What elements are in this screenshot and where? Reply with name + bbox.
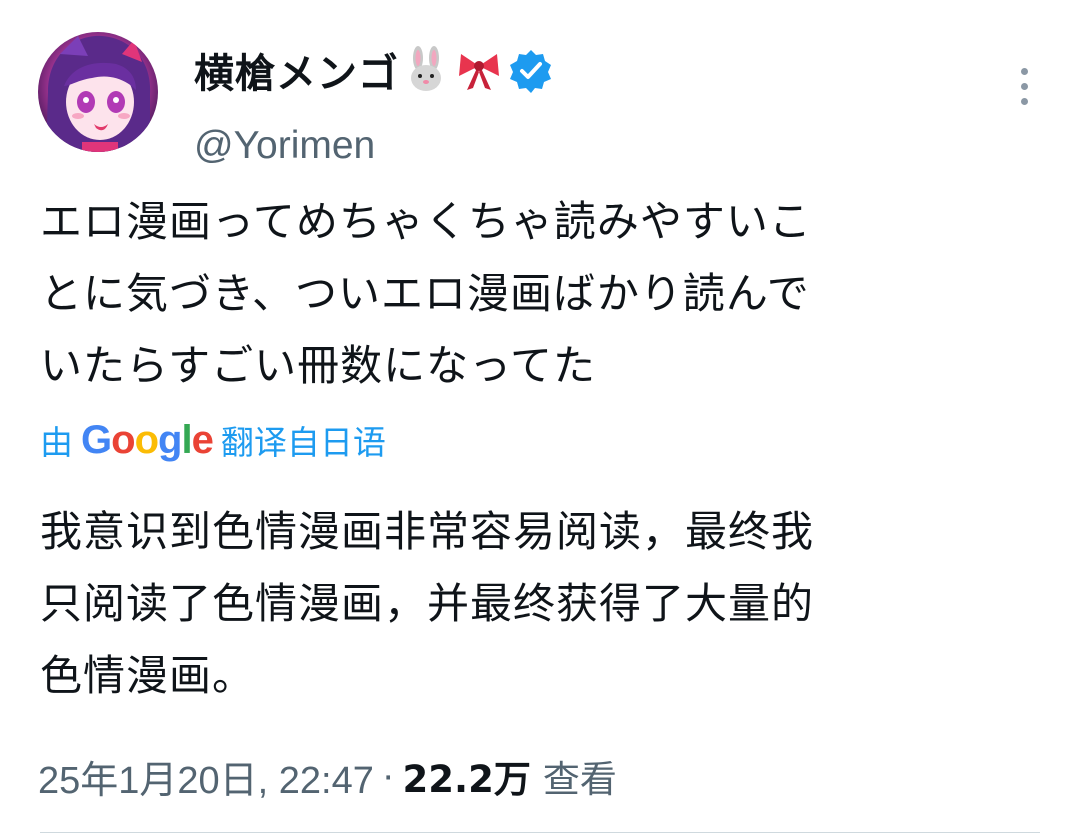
views-label: 查看 bbox=[542, 758, 617, 801]
translation-prefix: 由 bbox=[40, 423, 73, 462]
tweet-text: エロ漫画ってめちゃくちゃ読みやすいこ とに気づき、ついエロ漫画ばかり読んで いた… bbox=[40, 186, 1015, 402]
timestamp[interactable]: 25年1月20日, 22:47 bbox=[38, 749, 374, 804]
verified-badge-icon bbox=[507, 46, 555, 94]
translated-text-line: 我意识到色情漫画非常容易阅读，最终我 bbox=[40, 507, 815, 556]
ribbon-icon bbox=[455, 46, 503, 94]
views-count: 22.2万 bbox=[402, 758, 531, 801]
tweet-meta: 25年1月20日, 22:47 · 22.2万 查看 bbox=[38, 748, 617, 804]
translation-suffix: 翻译自日语 bbox=[220, 423, 386, 462]
name-row: 横槍メンゴ bbox=[194, 40, 555, 100]
user-handle[interactable]: @Yorimen bbox=[194, 124, 375, 168]
translation-attribution[interactable]: 由 Google 翻译自日语 bbox=[40, 415, 386, 465]
tweet-text-line: いたらすごい冊数になってた bbox=[40, 341, 597, 390]
display-name[interactable]: 横槍メンゴ bbox=[194, 41, 399, 99]
avatar[interactable] bbox=[38, 32, 158, 152]
meta-separator: · bbox=[381, 754, 395, 797]
divider bbox=[40, 832, 1040, 833]
rabbit-face-icon bbox=[403, 46, 451, 94]
tweet-text-line: エロ漫画ってめちゃくちゃ読みやすいこ bbox=[40, 197, 812, 246]
translated-text-line: 只阅读了色情漫画，并最终获得了大量的 bbox=[40, 579, 815, 628]
more-dot-icon bbox=[1020, 82, 1028, 90]
tweet: 横槍メンゴ @Yorimen エロ漫画ってめちゃくちゃ読みやすいこ とに気づき、… bbox=[0, 0, 1080, 840]
google-logo: Google bbox=[81, 417, 214, 462]
tweet-header: 横槍メンゴ @Yorimen bbox=[38, 32, 1048, 167]
more-dot-icon bbox=[1020, 97, 1028, 105]
tweet-text-line: とに気づき、ついエロ漫画ばかり読んで bbox=[40, 269, 810, 318]
more-options-button[interactable] bbox=[1006, 56, 1042, 116]
translated-text-line: 色情漫画。 bbox=[40, 651, 256, 700]
translated-text: 我意识到色情漫画非常容易阅读，最终我 只阅读了色情漫画，并最终获得了大量的 色情… bbox=[40, 496, 1015, 712]
more-dot-icon bbox=[1020, 67, 1028, 75]
